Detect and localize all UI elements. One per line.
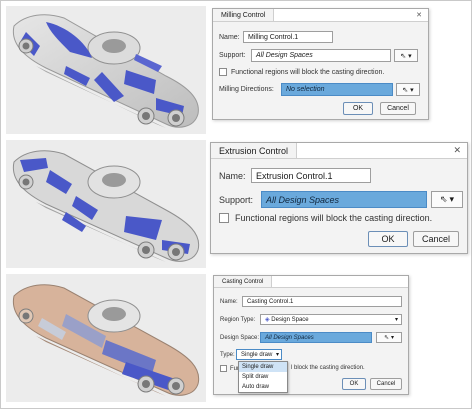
design-space-field[interactable]: All Design Spaces [260,332,372,343]
chevron-down-icon: ▾ [394,317,398,323]
support-picker-button[interactable]: ⇖ ▾ [394,49,418,62]
functional-regions-label: Functional regions will block the castin… [231,68,385,76]
model-viewport-casting [6,274,206,402]
dialog-title: Extrusion Control [211,143,298,158]
ok-button[interactable]: OK [342,378,366,390]
chevron-down-icon: ▾ [275,352,279,358]
name-label: Name: [219,33,240,41]
name-label: Name: [220,298,238,305]
model-viewport-extrusion [6,140,206,268]
dialog-title: Casting Control [214,276,273,287]
support-field[interactable]: All Design Spaces [251,49,391,62]
region-type-value: Design Space [271,317,309,323]
support-label: Support: [219,52,246,59]
model-viewport-milling [6,6,206,134]
part-model-milling [12,14,199,128]
dialog-titlebar[interactable]: Extrusion Control ✕ [211,143,467,159]
name-field[interactable]: Milling Control.1 [243,31,333,43]
cancel-button[interactable]: Cancel [380,102,416,115]
close-icon[interactable]: ✕ [416,11,428,19]
milling-directions-field[interactable]: No selection [281,83,393,96]
casting-control-dialog: Casting Control Name: Casting Control.1 … [213,275,409,395]
extrusion-control-dialog: Extrusion Control ✕ Name: Extrusion Cont… [210,142,468,254]
cursor-icon: ⇖ [402,86,409,94]
directions-picker-button[interactable]: ⇖ ▾ [396,83,420,96]
support-field[interactable]: All Design Spaces [261,191,427,208]
type-value: Single draw [241,351,273,358]
type-option-single-draw[interactable]: Single draw [239,362,287,372]
ok-button[interactable]: OK [368,231,408,247]
dialog-title: Milling Control [213,9,275,21]
functional-regions-label-end: l block the casting direction. [291,365,365,371]
type-select[interactable]: Single draw ▾ [236,349,282,360]
milling-control-dialog: Milling Control ✕ Name: Milling Control.… [212,8,429,120]
chevron-down-icon: ▾ [449,194,455,204]
part-model-extrusion [12,150,200,262]
functional-regions-checkbox[interactable] [219,68,227,76]
design-space-label: Design Space: [220,334,260,341]
support-picker-button[interactable]: ⇖ ▾ [431,191,463,208]
functional-regions-checkbox[interactable] [220,365,227,372]
milling-directions-label: Milling Directions: [219,86,274,93]
ok-button[interactable]: OK [343,102,373,115]
name-label: Name: [219,170,246,181]
functional-regions-label: Functional regions will block the castin… [235,213,433,223]
design-space-picker-button[interactable]: ⇖ ▾ [376,332,402,343]
region-type-label: Region Type: [220,316,256,323]
dialog-titlebar[interactable]: Milling Control ✕ [213,9,428,22]
cursor-icon: ⇖ [383,335,389,341]
region-type-select[interactable]: ◈ Design Space ▾ [260,314,402,325]
functional-regions-checkbox[interactable] [219,213,229,223]
cancel-button[interactable]: Cancel [413,231,459,247]
close-icon[interactable]: ✕ [453,145,467,156]
cancel-button[interactable]: Cancel [370,378,402,390]
type-option-split-draw[interactable]: Split draw [239,372,287,382]
dialog-titlebar[interactable]: Casting Control [214,276,408,288]
chevron-down-icon: ▾ [408,52,412,60]
part-model-casting [12,284,200,396]
cursor-icon: ⇖ [439,194,448,204]
chevron-down-icon: ▾ [391,335,395,341]
name-field[interactable]: Extrusion Control.1 [251,168,371,183]
cursor-icon: ⇖ [400,52,407,60]
type-label: Type: [220,351,235,358]
type-option-auto-draw[interactable]: Auto draw [239,382,287,392]
name-field[interactable]: Casting Control.1 [242,296,402,307]
chevron-down-icon: ▾ [410,86,414,94]
type-dropdown-menu: Single draw Split draw Auto draw [238,361,288,393]
support-label: Support: [219,194,254,205]
